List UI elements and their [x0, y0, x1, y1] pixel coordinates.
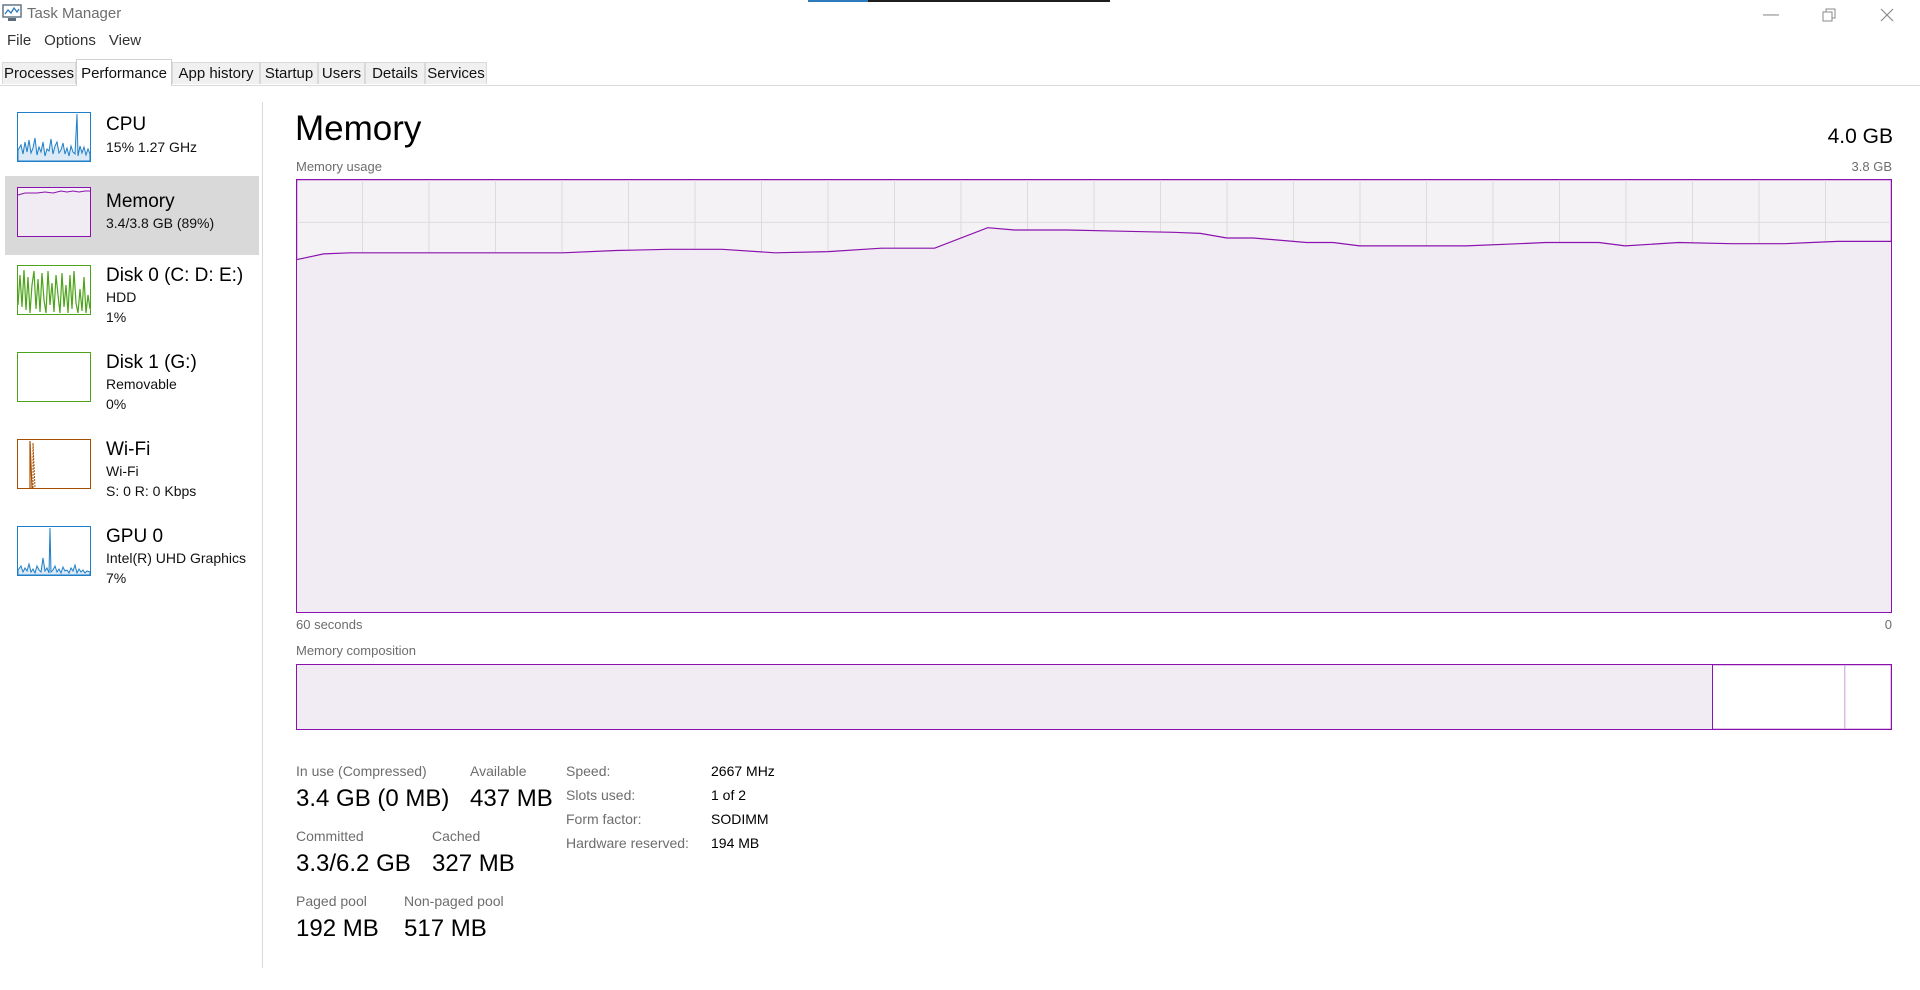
cached-label: Cached — [432, 828, 481, 844]
tab-processes[interactable]: Processes — [2, 62, 76, 84]
window-title: Task Manager — [27, 5, 122, 22]
tab-bar: Processes Performance App history Startu… — [0, 59, 1920, 86]
sidebar-item-usage: 0% — [106, 396, 127, 412]
memory-total: 4.0 GB — [1827, 125, 1893, 148]
memory-composition-label: Memory composition — [296, 643, 416, 658]
minimize-icon: — — [1763, 6, 1779, 23]
disk-graph-icon — [17, 352, 91, 402]
composition-in-use — [297, 665, 1713, 729]
sidebar-item-title: CPU — [106, 114, 147, 135]
cpu-graph-icon — [17, 112, 91, 162]
sidebar-item-detail: Intel(R) UHD Graphics — [106, 550, 247, 566]
sidebar-item-memory[interactable]: Memory 3.4/3.8 GB (89%) — [5, 176, 259, 255]
available-value: 437 MB — [470, 785, 553, 812]
sidebar-item-usage: 7% — [106, 570, 127, 586]
sidebar-item-detail: HDD — [106, 289, 137, 305]
menu-file[interactable]: File — [0, 31, 37, 53]
in-use-value: 3.4 GB (0 MB) — [296, 785, 450, 812]
memory-graph-icon — [17, 187, 91, 237]
sidebar-item-disk-1[interactable]: Disk 1 (G:) Removable 0% — [5, 347, 259, 425]
network-graph-icon — [17, 439, 91, 489]
sidebar-item-detail: Removable — [106, 376, 177, 392]
sidebar-item-disk-0[interactable]: Disk 0 (C: D: E:) HDD 1% — [5, 260, 259, 338]
time-axis-end: 0 — [1884, 617, 1892, 632]
restore-icon — [1822, 8, 1836, 22]
close-icon — [1880, 8, 1894, 22]
sidebar-item-detail: Wi-Fi — [106, 463, 139, 479]
hardware-reserved-label: Hardware reserved: — [566, 835, 689, 851]
committed-value: 3.3/6.2 GB — [296, 850, 411, 877]
gpu-graph-icon — [17, 526, 91, 576]
task-manager-icon — [2, 4, 22, 21]
close-button[interactable] — [1858, 0, 1916, 30]
sidebar-item-title: Wi-Fi — [106, 439, 151, 460]
menu-bar: File Options View — [0, 31, 147, 53]
memory-usage-chart — [296, 179, 1892, 613]
sidebar-item-cpu[interactable]: CPU 15% 1.27 GHz — [5, 105, 259, 169]
tab-users[interactable]: Users — [318, 62, 365, 84]
tab-details[interactable]: Details — [365, 62, 425, 84]
cached-value: 327 MB — [432, 850, 515, 877]
time-axis-start: 60 seconds — [296, 617, 363, 632]
sidebar-item-detail: 3.4/3.8 GB (89%) — [106, 215, 215, 231]
sidebar-item-detail: 15% 1.27 GHz — [106, 139, 198, 155]
committed-label: Committed — [296, 828, 364, 844]
tab-startup[interactable]: Startup — [260, 62, 318, 84]
slots-used-label: Slots used: — [566, 787, 636, 803]
tab-app-history[interactable]: App history — [172, 62, 260, 84]
paged-pool-value: 192 MB — [296, 915, 379, 942]
memory-composition-bar — [296, 664, 1892, 730]
sidebar-item-gpu[interactable]: GPU 0 Intel(R) UHD Graphics 7% — [5, 521, 259, 599]
memory-panel: Memory 4.0 GB Memory usage 3.8 GB 60 sec… — [263, 85, 1920, 990]
tab-services[interactable]: Services — [425, 62, 487, 84]
non-paged-pool-value: 517 MB — [404, 915, 487, 942]
sidebar-item-title: Memory — [106, 191, 175, 212]
speed-value: 2667 MHz — [711, 763, 775, 779]
form-factor-value: SODIMM — [711, 811, 769, 827]
memory-usage-label: Memory usage — [296, 159, 382, 174]
restore-button[interactable] — [1800, 0, 1858, 30]
sidebar-item-title: Disk 1 (G:) — [106, 352, 197, 373]
resource-sidebar: CPU 15% 1.27 GHz Memory 3.4/3.8 GB (89%)… — [0, 102, 263, 968]
sidebar-item-usage: 1% — [106, 309, 127, 325]
sidebar-item-title: Disk 0 (C: D: E:) — [106, 265, 244, 286]
sidebar-item-throughput: S: 0 R: 0 Kbps — [106, 483, 197, 499]
available-label: Available — [470, 763, 527, 779]
title-bar: Task Manager — — [0, 0, 1920, 30]
form-factor-label: Form factor: — [566, 811, 642, 827]
paged-pool-label: Paged pool — [296, 893, 367, 909]
usage-area — [297, 227, 1891, 612]
memory-usage-max: 3.8 GB — [1851, 159, 1892, 174]
title-accent-bar — [808, 0, 1110, 2]
menu-options[interactable]: Options — [37, 31, 102, 53]
minimize-button[interactable]: — — [1742, 0, 1800, 30]
in-use-label: In use (Compressed) — [296, 763, 427, 779]
sidebar-item-wifi[interactable]: Wi-Fi Wi-Fi S: 0 R: 0 Kbps — [5, 434, 259, 512]
tab-performance[interactable]: Performance — [76, 59, 172, 86]
disk-graph-icon — [17, 265, 91, 315]
speed-label: Speed: — [566, 763, 611, 779]
slots-used-value: 1 of 2 — [711, 787, 747, 803]
non-paged-pool-label: Non-paged pool — [404, 893, 504, 909]
hardware-reserved-value: 194 MB — [711, 835, 760, 851]
page-title: Memory — [295, 109, 422, 148]
menu-view[interactable]: View — [102, 31, 147, 53]
sidebar-item-title: GPU 0 — [106, 526, 164, 547]
